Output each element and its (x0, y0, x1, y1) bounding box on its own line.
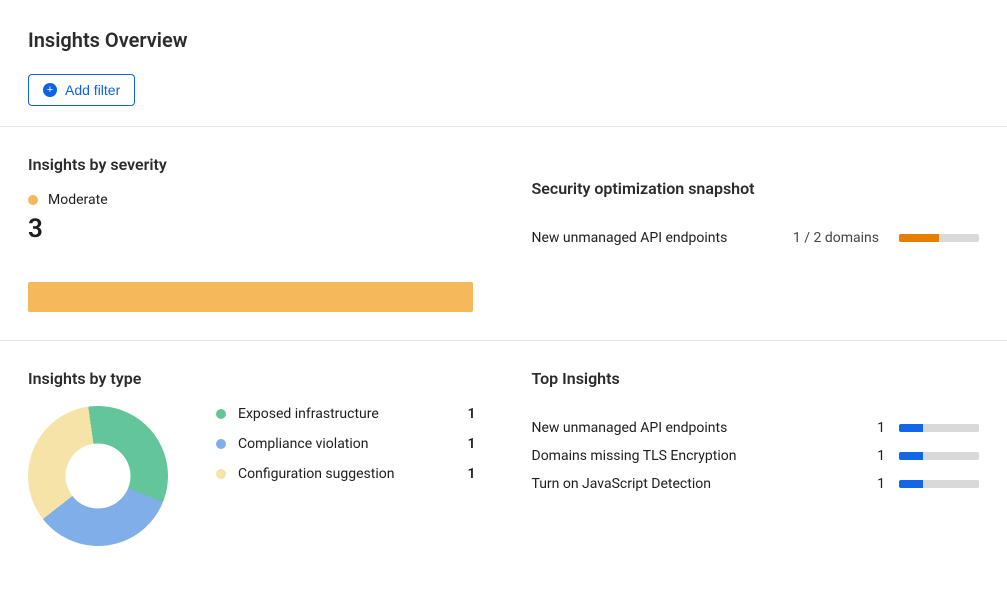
row-severity-optimization: Insights by severity Moderate 3 Security… (0, 126, 1007, 340)
plus-circle-icon: + (43, 83, 57, 97)
severity-legend: Moderate (28, 192, 476, 208)
optimization-title: Security optimization snapshot (532, 179, 980, 198)
optimization-snapshot-panel: Security optimization snapshot New unman… (504, 127, 1007, 340)
top-insight-count: 1 (877, 476, 885, 492)
insights-by-type-panel: Insights by type Exposed infrastructure1… (0, 341, 504, 574)
type-label: Exposed infrastructure (238, 406, 458, 422)
add-filter-label: Add filter (65, 82, 120, 98)
type-count: 1 (458, 406, 476, 422)
top-insight-bar (899, 452, 979, 460)
top-insight-row[interactable]: New unmanaged API endpoints 1 (532, 420, 980, 436)
severity-count: 3 (28, 214, 476, 244)
top-insight-count: 1 (877, 420, 885, 436)
severity-bar (28, 282, 473, 312)
severity-title: Insights by severity (28, 155, 476, 174)
by-type-title: Insights by type (28, 369, 476, 388)
optimization-row[interactable]: New unmanaged API endpoints 1 / 2 domains (532, 230, 980, 246)
top-insight-bar (899, 480, 979, 488)
top-insight-bar (899, 424, 979, 432)
top-insight-label: Domains missing TLS Encryption (532, 448, 864, 464)
type-count: 1 (458, 466, 476, 482)
type-color-dot (216, 439, 226, 449)
type-donut-chart (19, 397, 177, 555)
type-color-dot (216, 469, 226, 479)
type-legend-row[interactable]: Exposed infrastructure1 (216, 406, 476, 422)
top-insight-row[interactable]: Domains missing TLS Encryption 1 (532, 448, 980, 464)
type-label: Configuration suggestion (238, 466, 458, 482)
top-insight-label: New unmanaged API endpoints (532, 420, 864, 436)
type-legend-row[interactable]: Compliance violation1 (216, 436, 476, 452)
row-type-top: Insights by type Exposed infrastructure1… (0, 340, 1007, 574)
type-legend-row[interactable]: Configuration suggestion1 (216, 466, 476, 482)
top-insight-row[interactable]: Turn on JavaScript Detection 1 (532, 476, 980, 492)
top-insights-title: Top Insights (532, 369, 980, 388)
page-title: Insights Overview (28, 28, 979, 52)
top-insight-count: 1 (877, 448, 885, 464)
optimization-bar (899, 234, 979, 242)
type-label: Compliance violation (238, 436, 458, 452)
add-filter-button[interactable]: + Add filter (28, 74, 135, 106)
type-legend-list: Exposed infrastructure1Compliance violat… (216, 406, 476, 482)
severity-legend-label: Moderate (48, 192, 108, 208)
top-insights-panel: Top Insights New unmanaged API endpoints… (504, 341, 1007, 574)
insights-by-severity-panel: Insights by severity Moderate 3 (0, 127, 504, 340)
type-count: 1 (458, 436, 476, 452)
severity-dot (28, 195, 38, 205)
top-insights-list: New unmanaged API endpoints1Domains miss… (532, 420, 980, 492)
page-header: Insights Overview + Add filter (0, 0, 1007, 126)
optimization-label: New unmanaged API endpoints (532, 230, 773, 246)
top-insight-label: Turn on JavaScript Detection (532, 476, 864, 492)
optimization-count: 1 / 2 domains (793, 230, 879, 246)
type-color-dot (216, 409, 226, 419)
